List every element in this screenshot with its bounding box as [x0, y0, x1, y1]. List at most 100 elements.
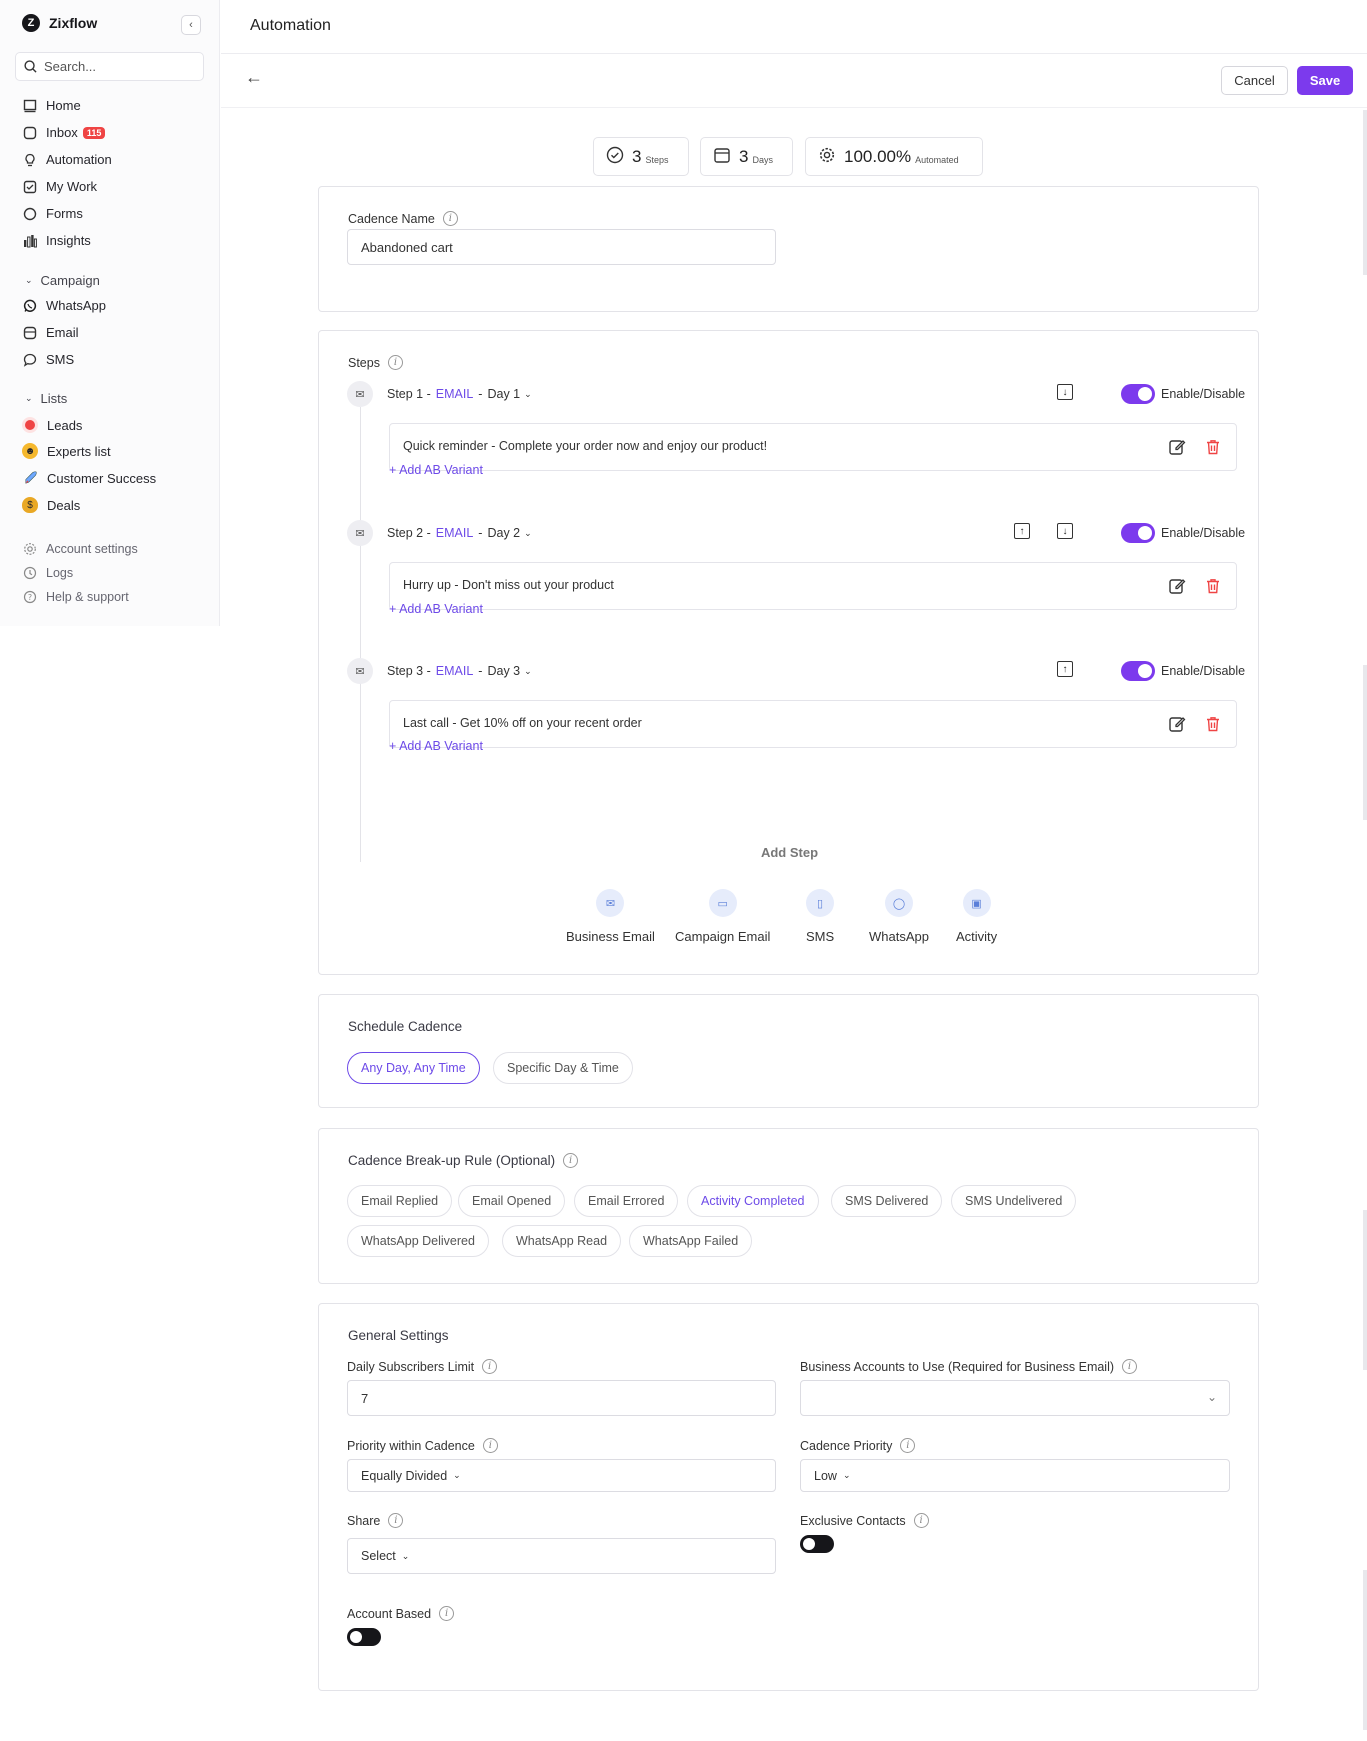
step-2-message[interactable]: Hurry up - Don't miss out your product — [389, 562, 1237, 610]
edit-icon[interactable] — [1168, 577, 1186, 595]
step-enable-toggle[interactable] — [1121, 523, 1155, 543]
step-enable-toggle[interactable] — [1121, 384, 1155, 404]
info-icon[interactable]: i — [442, 211, 458, 226]
stat-value: 3 — [632, 146, 642, 166]
chevron-down-icon: ⌄ — [401, 1550, 410, 1561]
sms-phone-icon: ▯ — [806, 889, 835, 917]
step-enable-toggle[interactable] — [1121, 661, 1155, 681]
select-value: Equally Divided — [361, 1468, 448, 1483]
info-icon[interactable]: i — [387, 355, 403, 370]
priority-select[interactable]: Equally Divided ⌄ — [347, 1459, 776, 1492]
info-icon[interactable]: i — [482, 1438, 498, 1453]
add-business-email-option[interactable]: ✉ Business Email — [566, 889, 655, 944]
schedule-specific-option[interactable]: Specific Day & Time — [493, 1052, 633, 1084]
scrollbar-track[interactable] — [1363, 110, 1367, 275]
brand[interactable]: Z Zixflow — [22, 14, 97, 32]
daily-limit-field[interactable] — [347, 1380, 776, 1416]
collapse-sidebar-button[interactable]: ‹ — [181, 15, 201, 35]
add-ab-variant-link[interactable]: + Add AB Variant — [389, 463, 483, 477]
info-icon[interactable]: i — [913, 1513, 929, 1528]
scrollbar-track[interactable] — [1363, 1570, 1367, 1730]
trash-icon[interactable] — [1204, 438, 1222, 456]
share-select[interactable]: Select ⌄ — [347, 1538, 776, 1574]
sidebar-item-experts-list[interactable]: ☻ Experts list — [22, 443, 111, 459]
rule-whatsapp-read[interactable]: WhatsApp Read — [502, 1225, 622, 1257]
cancel-button[interactable]: Cancel — [1221, 66, 1288, 95]
move-down-button[interactable]: ↓ — [1057, 523, 1073, 539]
exclusive-contacts-toggle[interactable] — [800, 1535, 834, 1553]
step-connector-line — [360, 407, 361, 862]
trash-icon[interactable] — [1204, 715, 1222, 733]
schedule-any-time-option[interactable]: Any Day, Any Time — [347, 1052, 480, 1084]
search-input[interactable] — [44, 59, 194, 74]
email-icon — [22, 325, 37, 340]
sidebar-item-logs[interactable]: Logs — [22, 565, 73, 580]
cadence-name-input[interactable] — [361, 239, 775, 255]
back-arrow-icon[interactable]: ← — [245, 67, 263, 88]
step-day-dropdown[interactable]: Day 2 ⌄ — [487, 526, 531, 540]
add-sms-option[interactable]: ▯ SMS — [806, 889, 834, 944]
move-up-button[interactable]: ↑ — [1014, 523, 1030, 539]
add-activity-option[interactable]: ▣ Activity — [956, 889, 997, 944]
step-3-message[interactable]: Last call - Get 10% off on your recent o… — [389, 700, 1237, 748]
rule-whatsapp-delivered[interactable]: WhatsApp Delivered — [347, 1225, 489, 1257]
add-whatsapp-option[interactable]: ◯ WhatsApp — [869, 889, 929, 944]
step-channel[interactable]: EMAIL — [436, 526, 474, 540]
rule-email-opened[interactable]: Email Opened — [458, 1185, 566, 1217]
scrollbar-track[interactable] — [1363, 665, 1367, 820]
step-day-dropdown[interactable]: Day 3 ⌄ — [487, 664, 531, 678]
rule-whatsapp-failed[interactable]: WhatsApp Failed — [629, 1225, 753, 1257]
rule-activity-completed[interactable]: Activity Completed — [687, 1185, 819, 1217]
sidebar-item-sms[interactable]: SMS — [22, 352, 74, 367]
top-bar: Automation — [221, 0, 1367, 54]
sidebar-item-insights[interactable]: Insights — [22, 233, 91, 248]
edit-icon[interactable] — [1168, 715, 1186, 733]
info-icon[interactable]: i — [439, 1606, 455, 1621]
lists-section-toggle[interactable]: ⌄ Lists — [25, 391, 67, 406]
daily-limit-input[interactable] — [361, 1390, 775, 1406]
sidebar-item-my-work[interactable]: My Work — [22, 179, 97, 194]
step-channel[interactable]: EMAIL — [436, 664, 474, 678]
move-up-button[interactable]: ↑ — [1057, 661, 1073, 677]
step-1-message[interactable]: Quick reminder - Complete your order now… — [389, 423, 1237, 471]
move-down-button[interactable]: ↓ — [1057, 384, 1073, 400]
sidebar-item-leads[interactable]: Leads — [22, 417, 82, 433]
sidebar-item-automation[interactable]: Automation — [22, 152, 112, 167]
info-icon[interactable]: i — [900, 1438, 916, 1453]
scrollbar-track[interactable] — [1363, 1210, 1367, 1370]
sidebar-search[interactable] — [15, 52, 204, 81]
info-icon[interactable]: i — [1122, 1359, 1138, 1374]
general-settings-card: General Settings Daily Subscribers Limit… — [318, 1303, 1259, 1691]
chevron-down-icon: ⌄ — [524, 665, 532, 676]
cadence-priority-select[interactable]: Low ⌄ — [800, 1459, 1230, 1492]
info-icon[interactable]: i — [388, 1513, 404, 1528]
sidebar-item-email[interactable]: Email — [22, 325, 79, 340]
rule-email-replied[interactable]: Email Replied — [347, 1185, 453, 1217]
stat-unit: Steps — [645, 154, 669, 165]
sidebar-item-deals[interactable]: $ Deals — [22, 497, 80, 513]
add-ab-variant-link[interactable]: + Add AB Variant — [389, 739, 483, 753]
sidebar-item-forms[interactable]: Forms — [22, 206, 83, 221]
campaign-section-toggle[interactable]: ⌄ Campaign — [25, 273, 100, 288]
step-channel[interactable]: EMAIL — [436, 387, 474, 401]
sidebar-item-account-settings[interactable]: Account settings — [22, 541, 138, 556]
info-icon[interactable]: i — [482, 1359, 498, 1374]
info-icon[interactable]: i — [563, 1153, 579, 1168]
step-day-dropdown[interactable]: Day 1 ⌄ — [487, 387, 531, 401]
add-campaign-email-option[interactable]: ▭ Campaign Email — [675, 889, 770, 944]
sidebar-item-help[interactable]: ? Help & support — [22, 589, 129, 604]
sidebar-item-home[interactable]: Home — [22, 98, 81, 113]
rule-sms-delivered[interactable]: SMS Delivered — [831, 1185, 943, 1217]
rule-email-errored[interactable]: Email Errored — [574, 1185, 679, 1217]
trash-icon[interactable] — [1204, 577, 1222, 595]
account-based-toggle[interactable] — [347, 1628, 381, 1646]
edit-icon[interactable] — [1168, 438, 1186, 456]
cadence-name-field[interactable] — [347, 229, 776, 265]
business-accounts-select[interactable]: ⌄ — [800, 1380, 1230, 1416]
save-button[interactable]: Save — [1297, 66, 1353, 95]
sidebar-item-customer-success[interactable]: Customer Success — [22, 470, 156, 486]
add-ab-variant-link[interactable]: + Add AB Variant — [389, 602, 483, 616]
sidebar-item-whatsapp[interactable]: WhatsApp — [22, 298, 106, 313]
sidebar-item-inbox[interactable]: Inbox 115 — [22, 125, 106, 140]
rule-sms-undelivered[interactable]: SMS Undelivered — [951, 1185, 1077, 1217]
